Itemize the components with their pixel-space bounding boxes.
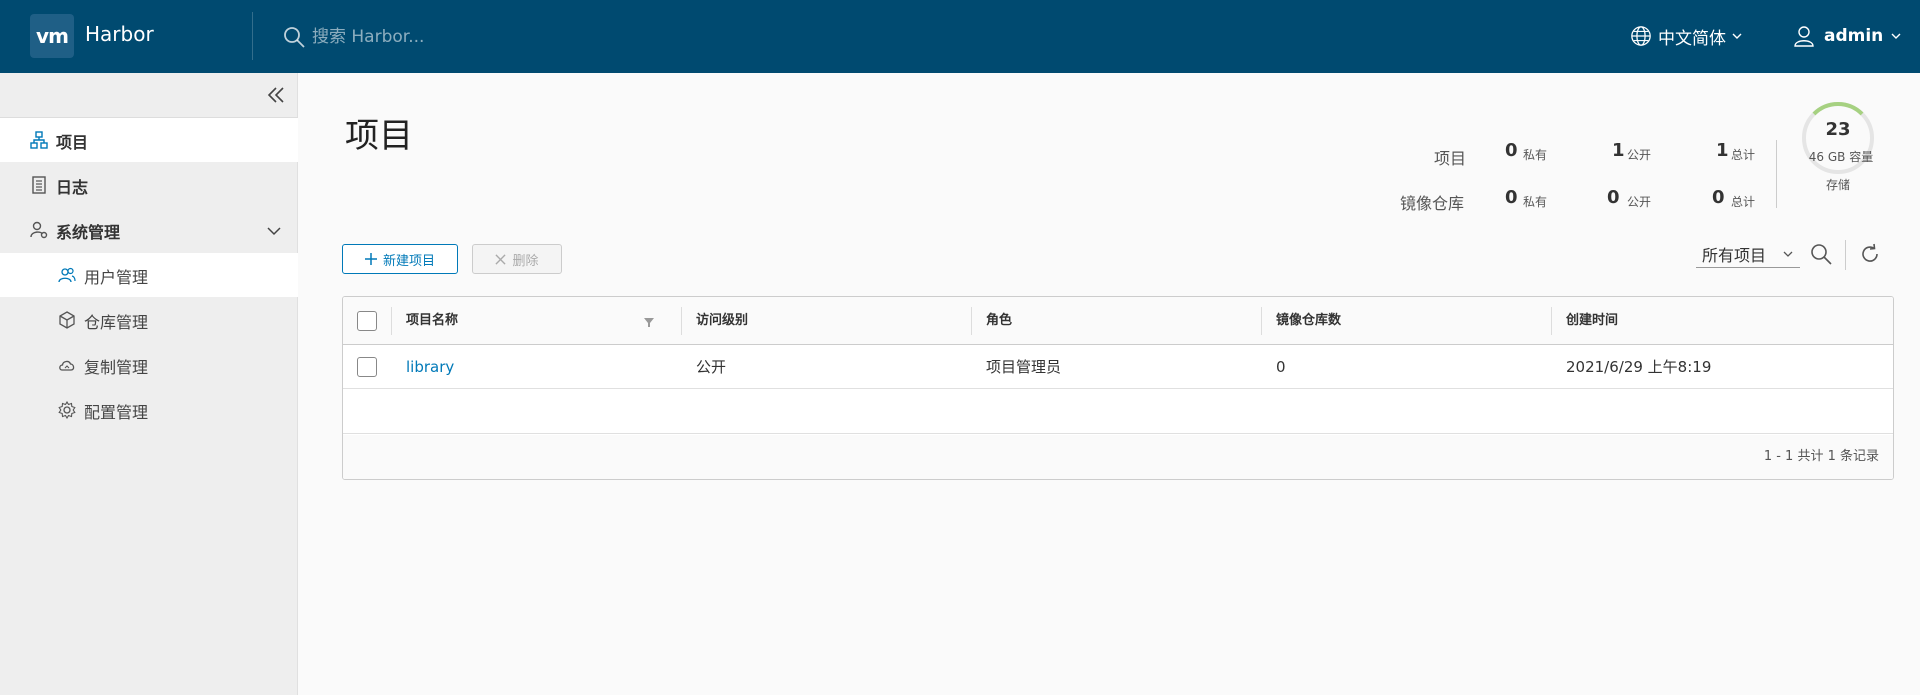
new-project-label: 新建项目 (382, 253, 435, 269)
search-input[interactable] (312, 22, 632, 52)
project-access: 公开 (696, 358, 727, 376)
language-selector[interactable]: 中文简体 (1630, 22, 1742, 50)
private-label: 私有 (1523, 148, 1548, 162)
sidebar-item-logs[interactable]: 日志 (0, 163, 298, 207)
globe-icon (1631, 26, 1651, 46)
column-header-role[interactable]: 角色 (986, 297, 1012, 345)
sidebar-item-label: 仓库管理 (84, 313, 149, 332)
page-title: 项目 (345, 116, 413, 156)
projects-total-count: 1 (1716, 140, 1729, 161)
user-menu[interactable]: admin (1792, 22, 1901, 50)
storage-gauge-fill (1812, 102, 1864, 116)
sidebar-item-system-admin[interactable]: 系统管理 (0, 208, 298, 252)
chevron-down-icon (267, 227, 281, 236)
column-header-created[interactable]: 创建时间 (1566, 297, 1618, 345)
sidebar-item-label: 复制管理 (84, 358, 149, 377)
repos-public-count: 0 (1607, 187, 1620, 208)
column-header-name[interactable]: 项目名称 (406, 297, 458, 345)
plus-icon (364, 253, 377, 265)
project-repo-count: 0 (1276, 358, 1286, 376)
chevron-down-icon (1783, 251, 1793, 257)
sidebar-item-label: 系统管理 (56, 223, 121, 242)
delete-label: 删除 (512, 253, 539, 269)
public-label: 公开 (1627, 195, 1652, 209)
sidebar-item-label: 用户管理 (84, 268, 149, 287)
delete-button[interactable]: 删除 (472, 244, 562, 274)
users-icon (58, 267, 76, 283)
chevron-down-icon (1732, 33, 1742, 39)
user-gear-icon (30, 221, 48, 239)
table-footer: 1 - 1 共计 1 条记录 (343, 435, 1893, 479)
user-icon (1794, 26, 1814, 47)
repos-total-count: 0 (1712, 187, 1725, 208)
language-label: 中文简体 (1658, 28, 1726, 49)
column-separator (391, 307, 392, 335)
table-header: 项目名称 访问级别 角色 镜像仓库数 创建时间 (343, 297, 1893, 345)
log-icon (32, 176, 46, 194)
total-label: 总计 (1731, 148, 1756, 162)
sidebar-item-config-management[interactable]: 配置管理 (0, 388, 298, 432)
projects-icon (30, 131, 48, 149)
projects-private-count: 0 (1505, 140, 1518, 161)
sidebar-item-label: 项目 (56, 133, 89, 152)
search-icon[interactable] (1809, 242, 1833, 266)
table-empty-row (343, 390, 1893, 434)
top-header: vm Harbor 中文简体 admin (0, 0, 1920, 73)
select-all-checkbox[interactable] (357, 311, 377, 331)
filter-icon[interactable] (643, 316, 655, 328)
projects-table: 项目名称 访问级别 角色 镜像仓库数 创建时间 library 公开 项目管理员… (342, 296, 1894, 480)
toolbar-divider (1845, 240, 1846, 270)
chevron-down-icon (1891, 33, 1901, 39)
projects-public-count: 1 (1612, 140, 1625, 161)
gear-icon (58, 401, 76, 419)
header-divider (252, 12, 253, 60)
sidebar-item-label: 配置管理 (84, 403, 149, 422)
stats-projects-label: 项目 (1434, 149, 1467, 168)
row-checkbox[interactable] (357, 357, 377, 377)
column-separator (681, 307, 682, 335)
private-label: 私有 (1523, 195, 1548, 209)
column-separator (1261, 307, 1262, 335)
collapse-sidebar-icon[interactable] (264, 83, 288, 107)
sidebar: 项目 日志 系统管理 用户管理 仓库管理 复制管理 配置管理 (0, 73, 298, 695)
sidebar-item-projects[interactable]: 项目 (0, 118, 298, 162)
refresh-icon[interactable] (1858, 242, 1882, 266)
repos-private-count: 0 (1505, 187, 1518, 208)
column-separator (1551, 307, 1552, 335)
close-icon (495, 253, 507, 265)
stats-repos-label: 镜像仓库 (1400, 194, 1465, 213)
cloud-icon (59, 360, 75, 371)
sidebar-item-label: 日志 (56, 178, 89, 197)
search-icon (284, 27, 305, 48)
storage-count: 23 (1825, 119, 1851, 140)
storage-label: 存储 (1825, 178, 1850, 192)
project-role: 项目管理员 (986, 358, 1062, 376)
project-name-link[interactable]: library (406, 345, 454, 389)
sidebar-item-replication-management[interactable]: 复制管理 (0, 343, 298, 387)
pagination-summary: 1 - 1 共计 1 条记录 (1763, 449, 1879, 464)
user-name: admin (1824, 26, 1884, 46)
storage-capacity: 46 GB 容量 (1808, 150, 1874, 164)
vmware-logo[interactable]: vm (30, 14, 74, 58)
stats-divider (1776, 140, 1777, 208)
project-filter-select[interactable]: 所有项目 (1696, 240, 1800, 268)
project-created: 2021/6/29 上午8:19 (1566, 358, 1712, 376)
sidebar-item-registry-management[interactable]: 仓库管理 (0, 298, 298, 342)
public-label: 公开 (1627, 148, 1652, 162)
column-header-repo-count[interactable]: 镜像仓库数 (1276, 297, 1341, 345)
table-row: library 公开 项目管理员 0 2021/6/29 上午8:19 (343, 345, 1893, 389)
sidebar-item-user-management[interactable]: 用户管理 (0, 253, 298, 297)
new-project-button[interactable]: 新建项目 (342, 244, 458, 274)
total-label: 总计 (1731, 195, 1756, 209)
project-filter-value: 所有项目 (1702, 245, 1767, 265)
column-separator (971, 307, 972, 335)
brand-name[interactable]: Harbor (85, 22, 154, 46)
cube-icon (59, 311, 75, 329)
column-header-access[interactable]: 访问级别 (696, 297, 748, 345)
